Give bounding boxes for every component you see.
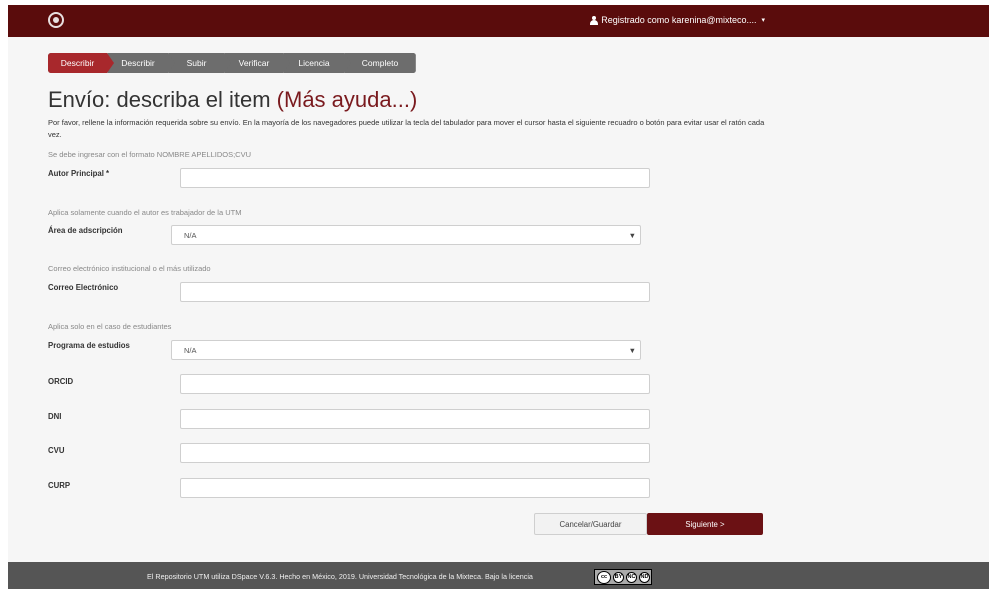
autor-label: Autor Principal * [48,169,110,178]
dni-label: DNI [48,412,62,421]
page-title: Envío: describa el item (Más ayuda...) [48,87,418,112]
caret-down-icon: ▾ [761,17,765,24]
submission-progress-bar: Describir Describir Subir Verificar Lice… [48,53,416,73]
footer: El Repositorio UTM utiliza DSpace V.6.3.… [8,562,989,589]
step-licencia[interactable]: Licencia [284,53,351,73]
cvu-label: CVU [48,446,65,455]
creative-commons-license-badge[interactable]: cc BY NC ND [594,569,652,585]
utm-logo[interactable] [48,12,64,28]
nc-icon: NC [626,571,637,583]
cc-icon: cc [597,570,611,584]
dropdown-arrow-icon: ▼ [628,346,636,355]
area-hint: Aplica solamente cuando el autor es trab… [48,208,242,217]
area-label: Área de adscripción [48,226,123,235]
dni-input[interactable] [180,409,650,429]
cancel-save-button[interactable]: Cancelar/Guardar [534,513,647,535]
area-adscripcion-select[interactable]: N/A ▼ [171,225,641,245]
programa-label: Programa de estudios [48,341,130,350]
step-completo[interactable]: Completo [345,53,416,73]
programa-hint: Aplica solo en el caso de estudiantes [48,322,172,331]
top-navbar: Registrado como karenina@mixteco.... ▾ [8,5,989,37]
step-describir-2[interactable]: Describir [108,53,175,73]
area-selected-value: N/A [184,230,197,240]
user-menu[interactable]: Registrado como karenina@mixteco.... ▾ [589,15,765,25]
next-button[interactable]: Siguiente > [647,513,763,535]
curp-label: CURP [48,481,71,490]
intro-text: Por favor, rellene la información requer… [48,118,765,139]
footer-text: El Repositorio UTM utiliza DSpace V.6.3.… [147,572,533,581]
nd-icon: ND [639,571,650,583]
autor-hint: Se debe ingresar con el formato NOMBRE A… [48,150,252,159]
correo-label: Correo Electrónico [48,283,119,292]
programa-selected-value: N/A [184,345,197,355]
by-icon: BY [613,571,624,583]
correo-electronico-input[interactable] [180,282,650,302]
step-verificar[interactable]: Verificar [225,53,290,73]
user-menu-label: Registrado como karenina@mixteco.... [601,15,757,25]
correo-hint: Correo electrónico institucional o el má… [48,264,211,273]
autor-principal-input[interactable] [180,168,650,188]
page: Registrado como karenina@mixteco.... ▾ D… [8,5,989,589]
orcid-input[interactable] [180,374,650,394]
orcid-label: ORCID [48,377,74,386]
step-describir-1[interactable]: Describir [48,53,114,73]
help-link[interactable]: (Más ayuda...) [277,87,418,112]
dropdown-arrow-icon: ▼ [628,231,636,240]
cvu-input[interactable] [180,443,650,463]
curp-input[interactable] [180,478,650,498]
step-subir[interactable]: Subir [169,53,231,73]
user-icon [589,15,598,25]
programa-estudios-select[interactable]: N/A ▼ [171,340,641,360]
